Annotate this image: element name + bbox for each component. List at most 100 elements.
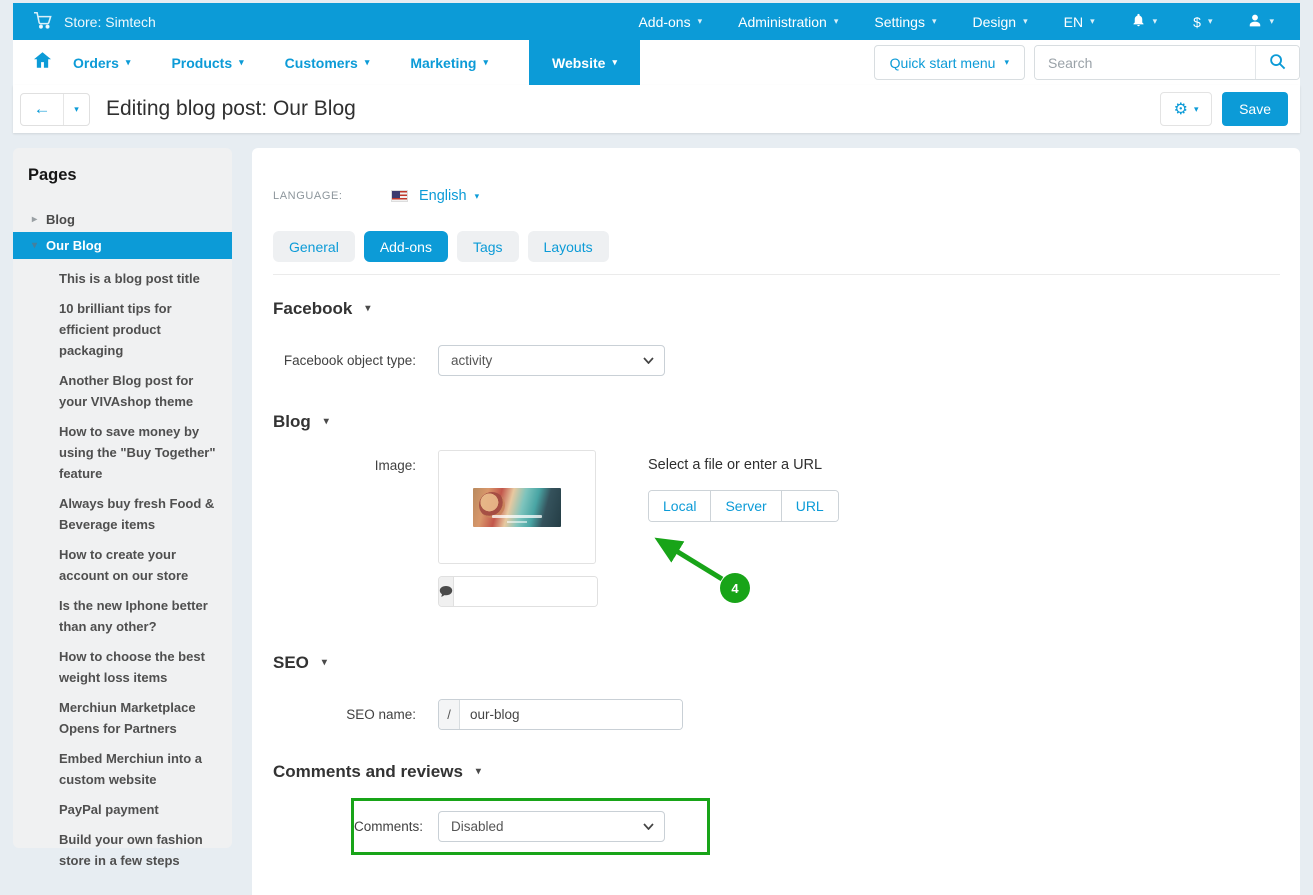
blog-section: Blog ▾ Image: bbox=[273, 412, 1280, 607]
chevron-down-icon: ▾ bbox=[365, 304, 370, 314]
image-caption-input[interactable] bbox=[454, 577, 598, 606]
notifications-menu[interactable]: ▾ bbox=[1131, 12, 1158, 31]
facebook-section: Facebook ▾ Facebook object type: activit… bbox=[273, 299, 1280, 376]
chevron-down-icon: ▾ bbox=[1023, 17, 1028, 26]
menu-administration[interactable]: Administration▾ bbox=[738, 14, 838, 30]
menu-settings[interactable]: Settings▾ bbox=[874, 14, 936, 30]
language-label: LANGUAGE: bbox=[273, 190, 391, 202]
nav-item-marketing[interactable]: Marketing▾ bbox=[410, 40, 488, 85]
chevron-down-icon: ▾ bbox=[239, 58, 244, 67]
server-upload-button[interactable]: Server bbox=[711, 491, 781, 521]
chevron-down-icon: ▾ bbox=[365, 58, 370, 67]
facebook-section-heading[interactable]: Facebook ▾ bbox=[273, 299, 1280, 319]
search-button[interactable] bbox=[1255, 46, 1299, 79]
chevron-down-icon: ▾ bbox=[1090, 17, 1095, 26]
title-bar: ← ▾ Editing blog post: Our Blog ⚙ ▾ Save bbox=[13, 85, 1300, 133]
nav-item-products[interactable]: Products▾ bbox=[171, 40, 243, 85]
settings-gear-button[interactable]: ⚙ ▾ bbox=[1160, 92, 1212, 126]
language-selector[interactable]: English ▾ bbox=[419, 188, 479, 204]
blog-post-list: This is a blog post title 10 brilliant t… bbox=[13, 268, 232, 871]
list-item[interactable]: Is the new Iphone better than any other? bbox=[59, 595, 222, 637]
facebook-object-type-label: Facebook object type: bbox=[273, 345, 438, 376]
save-button[interactable]: Save bbox=[1222, 92, 1288, 126]
list-item[interactable]: Always buy fresh Food & Beverage items bbox=[59, 493, 222, 535]
url-upload-button[interactable]: URL bbox=[782, 491, 838, 521]
seo-section-heading[interactable]: SEO ▾ bbox=[273, 653, 1280, 673]
nav-right-tools: Quick start menu▾ bbox=[874, 45, 1300, 80]
chevron-down-icon: ▾ bbox=[1153, 17, 1158, 26]
list-item[interactable]: Build your own fashion store in a few st… bbox=[59, 829, 222, 871]
chevron-down-icon: ▾ bbox=[1004, 58, 1009, 67]
tab-add-ons[interactable]: Add-ons bbox=[364, 231, 448, 262]
top-menu: Add-ons▾ Administration▾ Settings▾ Desig… bbox=[638, 12, 1300, 31]
chevron-down-icon[interactable]: ▾ bbox=[32, 240, 37, 251]
chevron-down-icon: ▾ bbox=[932, 17, 937, 26]
list-item[interactable]: How to save money by using the "Buy Toge… bbox=[59, 421, 222, 484]
cart-icon bbox=[33, 12, 52, 32]
us-flag-icon bbox=[391, 190, 408, 202]
chevron-down-icon: ▾ bbox=[322, 658, 327, 668]
list-item[interactable]: Merchiun Marketplace Opens for Partners bbox=[59, 697, 222, 739]
file-select-prompt: Select a file or enter a URL bbox=[648, 457, 839, 473]
list-item[interactable]: How to create your account on our store bbox=[59, 544, 222, 586]
list-item[interactable]: Another Blog post for your VIVAshop them… bbox=[59, 370, 222, 412]
comments-select-wrap: Disabled bbox=[438, 811, 665, 842]
chevron-down-icon: ▾ bbox=[1269, 17, 1274, 26]
local-upload-button[interactable]: Local bbox=[649, 491, 711, 521]
sidebar-item-our-blog[interactable]: ▾ Our Blog bbox=[13, 232, 232, 259]
chevron-right-icon[interactable]: ▸ bbox=[32, 214, 37, 225]
page-title: Editing blog post: Our Blog bbox=[106, 97, 356, 121]
comments-label: Comments: bbox=[354, 811, 438, 842]
chevron-down-icon: ▾ bbox=[612, 58, 617, 67]
nav-item-orders[interactable]: Orders▾ bbox=[73, 40, 130, 85]
currency-menu[interactable]: $▾ bbox=[1193, 14, 1212, 30]
main-panel: LANGUAGE: English ▾ General Add-ons Tags… bbox=[252, 148, 1300, 895]
pages-sidebar: Pages ▸ Blog ▾ Our Blog This is a blog p… bbox=[13, 148, 232, 848]
sidebar-item-blog[interactable]: ▸ Blog bbox=[13, 207, 232, 232]
home-nav-item[interactable] bbox=[34, 52, 51, 73]
search-input[interactable] bbox=[1035, 46, 1255, 79]
list-item[interactable]: How to choose the best weight loss items bbox=[59, 646, 222, 688]
nav-item-website[interactable]: Website▾ bbox=[529, 40, 640, 85]
list-item[interactable]: 10 brilliant tips for efficient product … bbox=[59, 298, 222, 361]
seo-name-input[interactable] bbox=[460, 700, 682, 729]
user-menu[interactable]: ▾ bbox=[1248, 13, 1274, 31]
tab-layouts[interactable]: Layouts bbox=[528, 231, 609, 262]
blog-image-column bbox=[438, 450, 598, 607]
facebook-object-type-row: Facebook object type: activity bbox=[273, 345, 1280, 376]
tab-tags[interactable]: Tags bbox=[457, 231, 519, 262]
nav-item-customers[interactable]: Customers▾ bbox=[285, 40, 370, 85]
menu-language[interactable]: EN▾ bbox=[1064, 14, 1095, 30]
comments-section-heading[interactable]: Comments and reviews ▾ bbox=[273, 762, 1280, 782]
seo-section: SEO ▾ SEO name: / bbox=[273, 653, 1280, 730]
list-item[interactable]: PayPal payment bbox=[59, 799, 222, 820]
back-button[interactable]: ← bbox=[21, 94, 64, 125]
home-icon bbox=[34, 52, 51, 73]
tab-divider bbox=[273, 274, 1280, 275]
seo-name-group: / bbox=[438, 699, 683, 730]
quick-start-menu-button[interactable]: Quick start menu▾ bbox=[874, 45, 1025, 80]
list-item[interactable]: This is a blog post title bbox=[59, 268, 222, 289]
menu-addons[interactable]: Add-ons▾ bbox=[638, 14, 702, 30]
blog-image-preview[interactable] bbox=[438, 450, 596, 564]
content-area: Pages ▸ Blog ▾ Our Blog This is a blog p… bbox=[13, 148, 1300, 895]
blog-image-thumbnail bbox=[473, 488, 561, 527]
chevron-down-icon: ▾ bbox=[324, 417, 329, 427]
chevron-down-icon: ▾ bbox=[1194, 105, 1199, 114]
tab-bar: General Add-ons Tags Layouts bbox=[273, 231, 1280, 262]
facebook-object-type-select[interactable]: activity bbox=[438, 345, 665, 376]
blog-section-heading[interactable]: Blog ▾ bbox=[273, 412, 1280, 432]
chevron-down-icon: ▾ bbox=[834, 17, 839, 26]
chevron-down-icon: ▾ bbox=[74, 105, 79, 114]
file-select-column: Select a file or enter a URL Local Serve… bbox=[648, 450, 839, 607]
tab-general[interactable]: General bbox=[273, 231, 355, 262]
menu-design[interactable]: Design▾ bbox=[973, 14, 1028, 30]
chevron-down-icon: ▾ bbox=[126, 58, 131, 67]
chevron-down-icon: ▾ bbox=[483, 58, 488, 67]
top-bar: Store: Simtech Add-ons▾ Administration▾ … bbox=[13, 3, 1300, 40]
store-selector[interactable]: Store: Simtech bbox=[33, 12, 156, 32]
comments-select[interactable]: Disabled bbox=[438, 811, 665, 842]
back-history-dropdown[interactable]: ▾ bbox=[64, 94, 89, 125]
list-item[interactable]: Embed Merchiun into a custom website bbox=[59, 748, 222, 790]
seo-name-row: SEO name: / bbox=[273, 699, 1280, 730]
